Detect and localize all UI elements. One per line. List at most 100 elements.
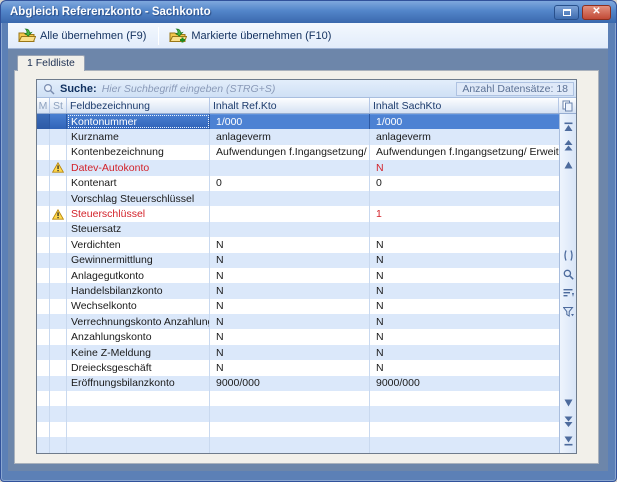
table-row[interactable]: Verrechnungskonto AnzahlungNN [37,314,559,329]
table-row[interactable]: AnzahlungskontoNN [37,329,559,344]
table-row[interactable]: GewinnermittlungNN [37,253,559,268]
maximize-button[interactable] [554,5,579,20]
apply-all-button[interactable]: Alle übernehmen (F9) [12,25,154,46]
ref-value-cell[interactable] [210,206,370,221]
table-row[interactable]: Vorschlag Steuerschlüssel [37,191,559,206]
sach-value-cell[interactable]: 1/000 [370,114,559,129]
row-marker-cell[interactable] [37,253,50,268]
ref-value-cell[interactable]: N [210,253,370,268]
field-name-cell[interactable]: Datev-Autokonto [67,160,210,175]
ref-value-cell[interactable]: N [210,345,370,360]
table-search-icon[interactable] [562,268,575,281]
field-name-cell[interactable]: Verrechnungskonto Anzahlung [67,314,210,329]
field-name-cell[interactable]: Steuersatz [67,222,210,237]
field-name-cell[interactable]: Eröffnungsbilanzkonto [67,376,210,391]
ref-value-cell[interactable] [210,160,370,175]
row-status-cell[interactable] [50,237,67,252]
first-row-icon[interactable] [562,120,575,133]
tab-feldliste[interactable]: 1 Feldliste [17,55,85,71]
table-row[interactable]: Datev-AutokontoN [37,160,559,175]
row-marker-cell[interactable] [37,145,50,160]
field-name-cell[interactable]: Steuerschlüssel [67,206,210,221]
table-row[interactable]: Steuerschlüssel 1 [37,206,559,221]
field-name-cell[interactable]: Anzahlungskonto [67,329,210,344]
table-row[interactable]: WechselkontoNN [37,299,559,314]
row-status-cell[interactable] [50,114,67,129]
row-status-cell[interactable] [50,345,67,360]
search-input[interactable]: Hier Suchbegriff eingeben (STRG+S) [102,83,457,95]
ref-value-cell[interactable]: anlageverm [210,129,370,144]
row-status-cell[interactable] [50,206,67,221]
row-marker-cell[interactable] [37,222,50,237]
row-marker-cell[interactable] [37,345,50,360]
row-status-cell[interactable] [50,176,67,191]
header-st[interactable]: St [50,98,67,113]
ref-value-cell[interactable]: N [210,360,370,375]
field-name-cell[interactable]: Kontenart [67,176,210,191]
sach-value-cell[interactable]: N [370,314,559,329]
copy-button[interactable] [559,98,576,113]
sach-value-cell[interactable]: 1 [370,206,559,221]
sach-value-cell[interactable] [370,222,559,237]
table-row[interactable]: Kontenart00 [37,176,559,191]
header-m[interactable]: M [37,98,50,113]
field-name-cell[interactable]: Anlagegutkonto [67,268,210,283]
header-feldbezeichnung[interactable]: Feldbezeichnung [67,98,210,113]
table-row[interactable]: VerdichtenNN [37,237,559,252]
ref-value-cell[interactable]: N [210,237,370,252]
sach-value-cell[interactable]: N [370,268,559,283]
ref-value-cell[interactable] [210,191,370,206]
sach-value-cell[interactable]: N [370,299,559,314]
field-name-cell[interactable]: Kontonummer [67,114,210,129]
row-marker-cell[interactable] [37,360,50,375]
sach-value-cell[interactable]: N [370,237,559,252]
table-row[interactable]: HandelsbilanzkontoNN [37,283,559,298]
field-name-cell[interactable]: Wechselkonto [67,299,210,314]
field-name-cell[interactable]: Kurzname [67,129,210,144]
row-marker-cell[interactable] [37,114,50,129]
row-status-cell[interactable] [50,376,67,391]
row-marker-cell[interactable] [37,160,50,175]
sach-value-cell[interactable]: anlageverm [370,129,559,144]
field-name-cell[interactable]: Dreiecksgeschäft [67,360,210,375]
row-status-cell[interactable] [50,145,67,160]
apply-marked-button[interactable]: Markierte übernehmen (F10) [163,25,339,46]
row-status-cell[interactable] [50,329,67,344]
sach-value-cell[interactable]: N [370,329,559,344]
last-row-icon[interactable] [562,434,575,447]
field-name-cell[interactable]: Keine Z-Meldung [67,345,210,360]
group-icon[interactable] [562,249,575,262]
close-button[interactable]: ✕ [582,5,611,20]
sach-value-cell[interactable] [370,191,559,206]
header-inhalt-sachkto[interactable]: Inhalt SachKto [370,98,559,113]
table-row[interactable]: KontenbezeichnungAufwendungen f.Ingangse… [37,145,559,160]
row-marker-cell[interactable] [37,376,50,391]
page-up-icon[interactable] [562,139,575,152]
field-name-cell[interactable]: Vorschlag Steuerschlüssel [67,191,210,206]
ref-value-cell[interactable]: 9000/000 [210,376,370,391]
field-name-cell[interactable]: Kontenbezeichnung [67,145,210,160]
row-up-icon[interactable] [562,158,575,171]
page-down-icon[interactable] [562,415,575,428]
row-marker-cell[interactable] [37,206,50,221]
ref-value-cell[interactable]: N [210,329,370,344]
row-marker-cell[interactable] [37,268,50,283]
table-row[interactable]: Steuersatz [37,222,559,237]
row-status-cell[interactable] [50,360,67,375]
ref-value-cell[interactable]: N [210,299,370,314]
ref-value-cell[interactable]: N [210,314,370,329]
row-status-cell[interactable] [50,299,67,314]
row-marker-cell[interactable] [37,329,50,344]
row-down-icon[interactable] [562,396,575,409]
row-marker-cell[interactable] [37,299,50,314]
row-status-cell[interactable] [50,191,67,206]
sach-value-cell[interactable]: N [370,345,559,360]
row-marker-cell[interactable] [37,129,50,144]
search-bar[interactable]: Suche: Hier Suchbegriff eingeben (STRG+S… [37,80,576,98]
row-status-cell[interactable] [50,268,67,283]
filter-icon[interactable] [562,306,575,319]
sort-icon[interactable] [562,287,575,300]
sach-value-cell[interactable]: N [370,283,559,298]
ref-value-cell[interactable]: N [210,268,370,283]
header-inhalt-refkto[interactable]: Inhalt Ref.Kto [210,98,370,113]
